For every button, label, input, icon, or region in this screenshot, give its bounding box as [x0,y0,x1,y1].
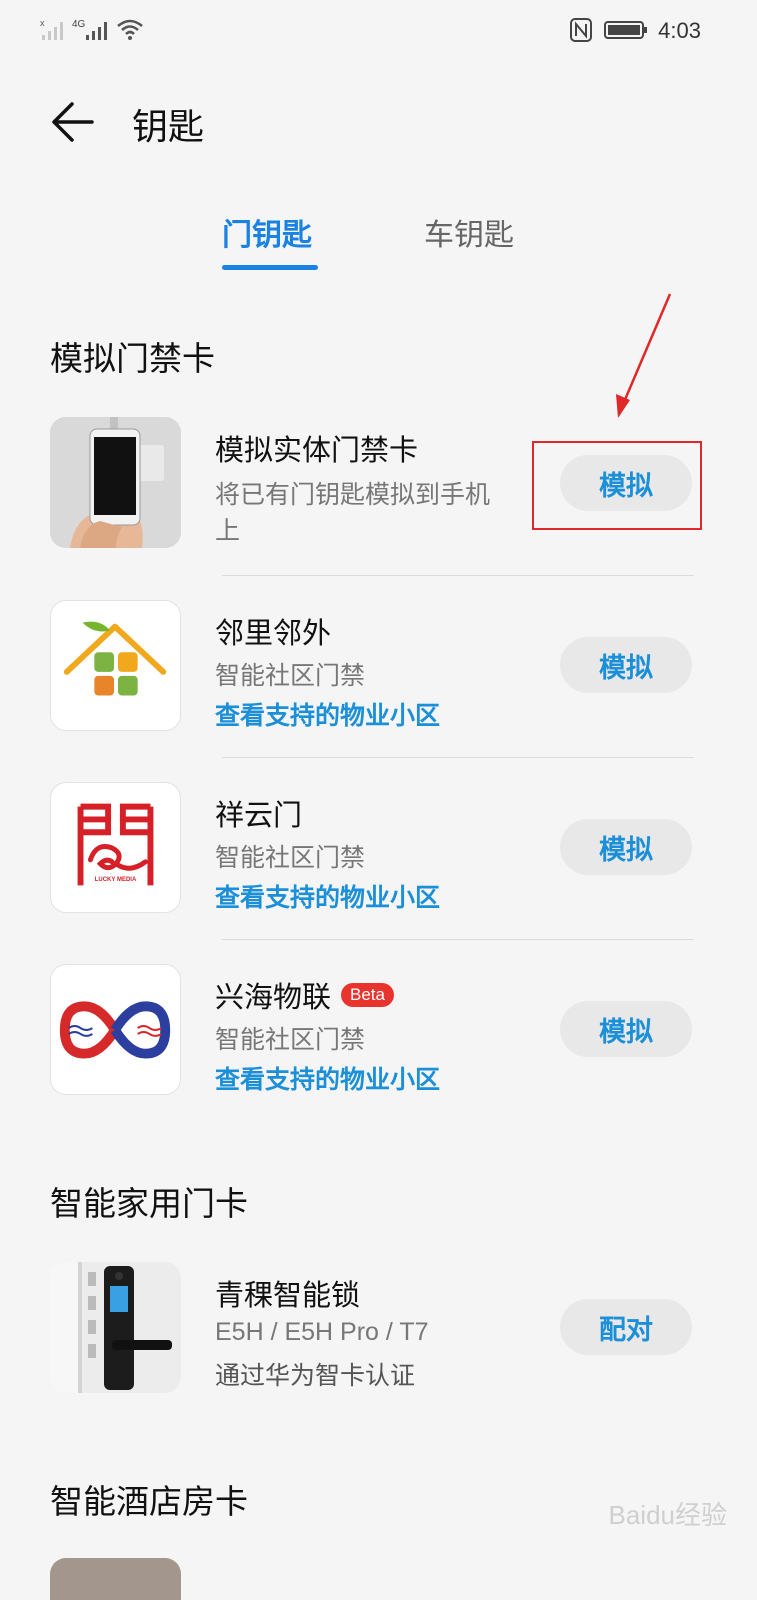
sim2-signal-icon: 4G [72,19,107,40]
list-item-xiangyunmen[interactable]: LUCKY MEDIA 祥云门 智能社区门禁 查看支持的物业小区 模拟 [50,782,707,918]
tab-car-keys[interactable]: 车钥匙 [424,210,514,254]
item-subtitle: 将已有门钥匙模拟到手机 [215,480,491,509]
item-title: 祥云门 [215,798,303,832]
hotel-item-thumbnail-partial [50,1558,181,1600]
annotation-arrow [616,293,672,418]
item-subtitle: 智能社区门禁 [215,843,366,872]
watermark: Baidu经验 [608,1500,728,1530]
xiangyunmen-app-logo: LUCKY MEDIA [50,782,181,913]
section-title-simulated: 模拟门禁卡 [50,339,215,378]
back-arrow-icon [52,102,94,142]
supported-communities-link[interactable]: 查看支持的物业小区 [215,1060,440,1096]
simulate-button[interactable]: 模拟 [560,1001,692,1057]
xiangyunmen-logo-text: LUCKY MEDIA [94,877,137,883]
divider [222,757,694,758]
wifi-icon [117,19,143,40]
status-bar: x 4G 4:03 [0,0,757,62]
tab-bar: 门钥匙 车钥匙 [0,210,757,274]
sim1-signal-icon: x [40,18,63,40]
svg-text:x: x [40,18,45,28]
network-type-label: 4G [72,19,86,30]
item-title: 模拟实体门禁卡 [215,433,419,467]
header: 钥匙 [0,88,757,158]
battery-icon [604,21,647,39]
section-title-hotel: 智能酒店房卡 [50,1482,248,1521]
item-models: E5H / E5H Pro / T7 [215,1318,429,1346]
page-title: 钥匙 [132,107,205,148]
neighbor-app-logo [50,600,181,731]
simulate-button[interactable]: 模拟 [560,637,692,693]
tab-active-indicator [222,265,318,270]
status-time: 4:03 [658,18,701,43]
annotation-highlight-box [532,441,702,530]
divider [222,939,694,940]
list-item-neighbor[interactable]: 邻里邻外 智能社区门禁 查看支持的物业小区 模拟 [50,600,707,736]
simulate-button[interactable]: 模拟 [560,819,692,875]
item-title: 邻里邻外 [215,616,332,650]
smart-lock-thumbnail [50,1262,181,1393]
item-certification: 通过华为智卡认证 [215,1361,416,1390]
supported-communities-link[interactable]: 查看支持的物业小区 [215,696,440,732]
supported-communities-link[interactable]: 查看支持的物业小区 [215,878,440,914]
nfc-icon [570,18,592,42]
list-item-xinghai[interactable]: 兴海物联 Beta 智能社区门禁 查看支持的物业小区 模拟 [50,964,707,1100]
item-title: 青稞智能锁 [215,1278,361,1312]
item-title: 兴海物联 Beta [215,974,394,1016]
back-button[interactable] [50,100,98,144]
list-item-qingke-lock[interactable]: 青稞智能锁 E5H / E5H Pro / T7 通过华为智卡认证 配对 [50,1262,707,1398]
pair-button[interactable]: 配对 [560,1299,692,1355]
divider [222,575,694,576]
item-title-text: 兴海物联 [215,980,332,1014]
item-subtitle: 智能社区门禁 [215,661,366,690]
beta-badge: Beta [341,983,394,1007]
item-subtitle-continued: 上 [215,516,241,545]
section-title-home: 智能家用门卡 [50,1184,248,1223]
tab-door-keys[interactable]: 门钥匙 [222,210,312,254]
xinghai-app-logo [50,964,181,1095]
physical-card-thumbnail [50,417,181,548]
item-subtitle: 智能社区门禁 [215,1025,366,1054]
